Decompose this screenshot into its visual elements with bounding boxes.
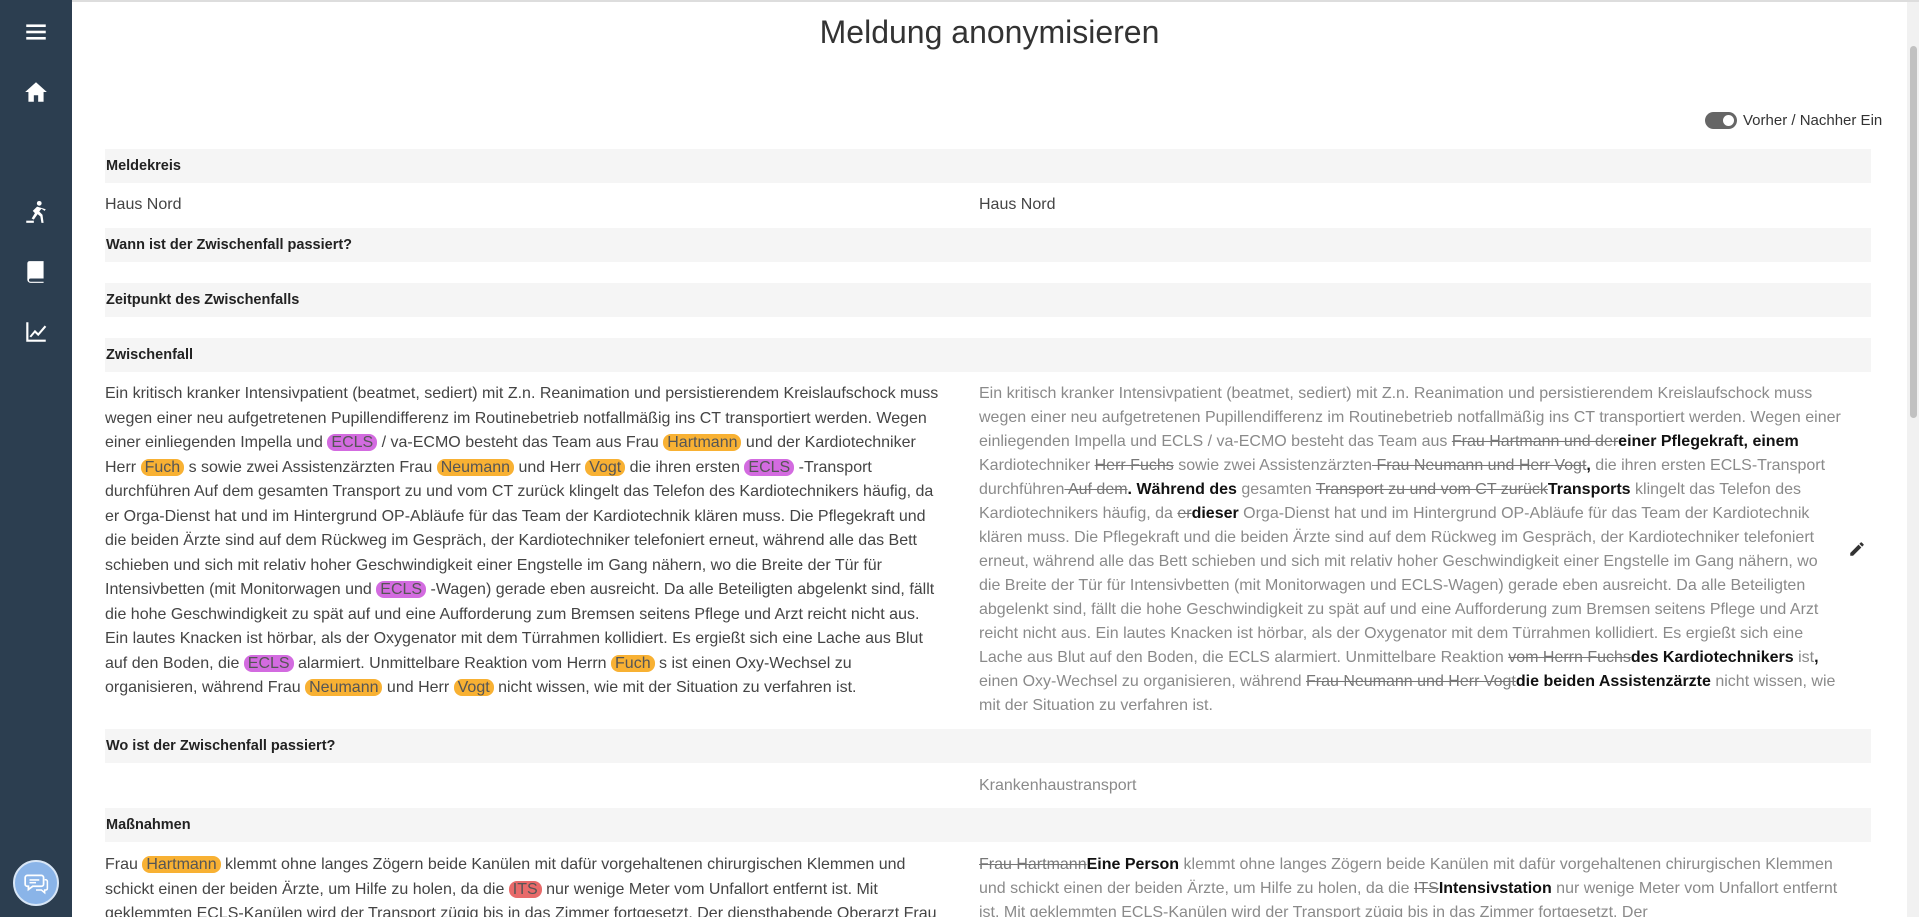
wo-after: Krankenhaustransport (979, 777, 1137, 794)
zwischenfall-original-text: Ein kritisch kranker Intensivpatient (be… (105, 385, 939, 696)
toggle-label: Vorher / Nachher Ein (1743, 112, 1883, 129)
name-highlight: Fuch (611, 654, 655, 672)
deleted-text: ITS (1413, 880, 1439, 897)
section-header-wann: Wann ist der Zwischenfall passiert? (105, 228, 1871, 262)
edit-icon[interactable] (1848, 540, 1866, 558)
inserted-text: , (1814, 649, 1819, 666)
inserted-text: Transports (1547, 481, 1631, 498)
name-highlight: Vogt (585, 458, 626, 476)
device-highlight: ECLS (327, 434, 378, 451)
name-highlight: Neumann (305, 679, 383, 696)
deleted-text: Auf dem (1064, 481, 1128, 498)
device-highlight: ECLS (243, 654, 294, 672)
device-highlight: ECLS (744, 458, 795, 476)
deleted-text: er (1177, 505, 1192, 522)
meldekreis-after: Haus Nord (979, 196, 1056, 213)
fall-icon[interactable] (20, 196, 52, 228)
menu-icon[interactable] (20, 16, 52, 48)
sidebar (0, 0, 72, 917)
dashboard-icon[interactable] (20, 136, 52, 168)
page-title: Meldung anonymisieren (819, 14, 1160, 50)
inserted-text: Eine Person (1086, 856, 1180, 873)
section-header-zeitpunkt: Zeitpunkt des Zwischenfalls (105, 283, 1871, 317)
scrollbar-thumb[interactable] (1910, 46, 1917, 418)
inserted-text: dieser (1191, 505, 1239, 522)
inserted-text: . Während des (1127, 481, 1237, 498)
name-highlight: Hartmann (663, 434, 742, 451)
name-highlight: Vogt (453, 679, 494, 696)
main-content: Meldung anonymisieren Vorher / Nachher E… (72, 0, 1907, 917)
deleted-text: Transport zu und vom CT zurück (1315, 481, 1548, 498)
inserted-text: einer Pflegekraft, einem (1618, 433, 1799, 450)
inserted-text: , (1586, 457, 1591, 474)
massnahmen-original-text: Frau Hartmann klemmt ohne langes Zögern … (105, 856, 937, 917)
deleted-text: Frau Hartmann (979, 856, 1087, 873)
abbreviation-highlight: ITS (508, 880, 542, 898)
chat-icon[interactable] (13, 860, 59, 906)
inserted-text: die beiden Assistenzärzte (1515, 673, 1711, 690)
section-header-meldekreis: Meldekreis (105, 149, 1871, 183)
deleted-text: Herr Fuchs (1094, 457, 1174, 474)
before-after-toggle[interactable]: Vorher / Nachher Ein (1705, 112, 1882, 129)
deleted-text: vom Herrn Fuchs (1508, 649, 1631, 666)
inserted-text: des Kardiotechnikers (1630, 649, 1794, 666)
chart-icon[interactable] (20, 316, 52, 348)
name-highlight: Hartmann (142, 856, 221, 873)
deleted-text: Frau Neumann und Herr Vogt (1372, 457, 1587, 474)
deleted-text: Frau Neumann und Herr Vogt (1305, 673, 1516, 690)
section-header-zwischenfall: Zwischenfall (105, 338, 1871, 372)
section-header-wo: Wo ist der Zwischenfall passiert? (105, 729, 1871, 763)
inserted-text: Intensivstation (1438, 880, 1552, 897)
toggle-switch[interactable] (1705, 112, 1737, 129)
section-header-massnahmen: Maßnahmen (105, 808, 1871, 842)
massnahmen-anonymized-text: Frau HartmannEine Person klemmt ohne lan… (979, 856, 1838, 917)
name-highlight: Neumann (436, 458, 515, 476)
name-highlight: Fuch (140, 458, 185, 476)
device-highlight: ECLS (376, 581, 427, 598)
deleted-text: Frau Hartmann und der (1451, 433, 1619, 450)
home-icon[interactable] (20, 76, 52, 108)
meldekreis-before: Haus Nord (105, 196, 182, 213)
zwischenfall-anonymized-text: Ein kritisch kranker Intensivpatient (be… (979, 385, 1841, 714)
scrollbar[interactable] (1907, 2, 1919, 917)
book-icon[interactable] (20, 256, 52, 288)
